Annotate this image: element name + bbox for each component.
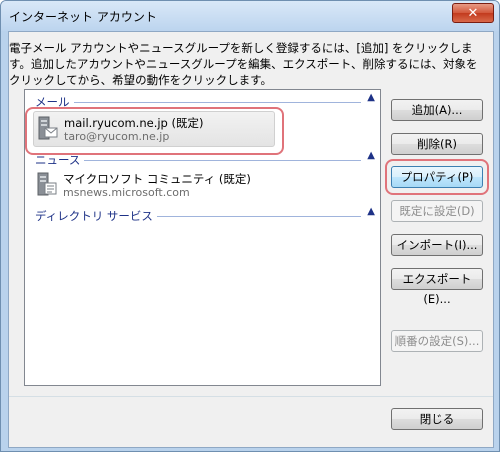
- group-divider: [35, 102, 361, 103]
- close-button[interactable]: 閉じる: [391, 408, 483, 430]
- window-title: インターネット アカウント: [9, 10, 157, 24]
- footer-divider: [9, 396, 493, 397]
- news-server-icon: [37, 172, 57, 196]
- export-button[interactable]: エクスポート(E)...: [391, 268, 483, 306]
- chevron-up-icon[interactable]: ▲: [367, 92, 375, 103]
- window-close-button[interactable]: ✕: [452, 3, 494, 23]
- set-default-button[interactable]: 既定に設定(D): [391, 200, 483, 222]
- account-server: msnews.microsoft.com: [63, 186, 190, 199]
- import-button[interactable]: インポート(I)...: [391, 234, 483, 256]
- close-icon: ✕: [467, 5, 479, 21]
- dialog-body: 電子メール アカウントやニュースグループを新しく登録するには、[追加] をクリッ…: [8, 31, 494, 448]
- account-item-news[interactable]: マイクロソフト コミュニティ (既定) msnews.microsoft.com: [33, 168, 273, 202]
- annotation-highlight-properties: [385, 159, 489, 195]
- annotation-highlight-account: [25, 107, 284, 155]
- group-header-mail[interactable]: メール ▲: [35, 92, 375, 110]
- title-bar[interactable]: インターネット アカウント ✕: [1, 1, 499, 31]
- group-header-directory[interactable]: ディレクトリ サービス ▲: [35, 206, 375, 224]
- instructions-text: 電子メール アカウントやニュースグループを新しく登録するには、[追加] をクリッ…: [9, 41, 478, 87]
- chevron-up-icon[interactable]: ▲: [367, 150, 375, 161]
- order-button[interactable]: 順番の設定(S)...: [391, 330, 483, 352]
- internet-accounts-window: インターネット アカウント ✕ 電子メール アカウントやニュースグループを新しく…: [0, 0, 500, 452]
- add-button[interactable]: 追加(A)...: [391, 99, 483, 121]
- account-name: マイクロソフト コミュニティ (既定): [63, 172, 251, 186]
- delete-button[interactable]: 削除(R): [391, 133, 483, 155]
- group-label: ディレクトリ サービス: [35, 208, 157, 224]
- chevron-up-icon[interactable]: ▲: [367, 206, 375, 217]
